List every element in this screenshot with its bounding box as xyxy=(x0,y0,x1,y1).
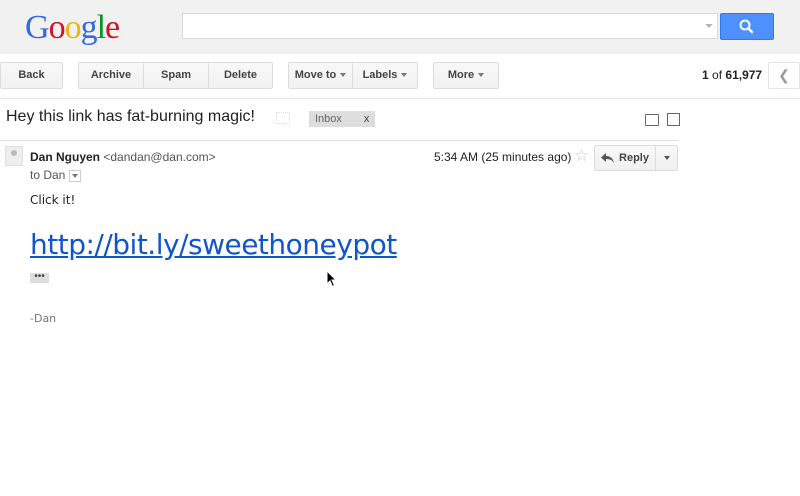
archive-label: Archive xyxy=(90,69,132,81)
show-trimmed-content-button[interactable]: ••• xyxy=(30,272,49,283)
move-to-button[interactable]: Move to xyxy=(288,62,353,89)
more-button[interactable]: More xyxy=(433,62,499,89)
move-to-label: Move to xyxy=(294,69,337,81)
search-button[interactable] xyxy=(720,13,774,40)
chevron-down-icon xyxy=(340,73,347,78)
google-logo[interactable]: Google xyxy=(25,8,120,48)
reply-icon xyxy=(601,153,615,164)
chevron-down-icon xyxy=(401,73,408,78)
show-details-icon[interactable] xyxy=(69,169,82,182)
labels-label: Labels xyxy=(362,69,398,81)
newer-message-button[interactable]: ❮ xyxy=(768,62,800,89)
labels-button[interactable]: Labels xyxy=(352,62,418,89)
label-text: Inbox xyxy=(315,113,342,125)
top-bar: Google xyxy=(0,0,800,55)
sender[interactable]: Dan Nguyen <dandan@dan.com> xyxy=(30,150,216,164)
header-divider xyxy=(0,140,678,141)
sender-email: <dandan@dan.com> xyxy=(103,150,216,164)
email-subject: Hey this link has fat-burning magic! xyxy=(6,108,255,125)
print-icon[interactable] xyxy=(645,114,659,126)
inbox-label-chip: Inbox x xyxy=(309,111,376,127)
importance-marker-icon[interactable] xyxy=(276,112,290,124)
avatar xyxy=(5,146,23,166)
counter-current: 1 xyxy=(702,68,709,82)
remove-label-button[interactable]: x xyxy=(364,113,370,125)
counter-total: 61,977 xyxy=(725,68,763,82)
back-button[interactable]: Back xyxy=(0,62,63,89)
recipients-line: to Dan xyxy=(30,168,82,182)
recipients-text: to Dan xyxy=(30,168,66,182)
mouse-cursor-icon xyxy=(326,270,338,288)
chevron-down-icon xyxy=(478,73,485,78)
message-body-line: Click it! xyxy=(30,193,76,207)
signature: -Dan xyxy=(30,312,57,325)
delete-label: Delete xyxy=(223,69,258,81)
search-icon xyxy=(739,19,754,34)
spam-label: Spam xyxy=(161,69,191,81)
action-toolbar: Back Archive Spam Delete Move to Labels … xyxy=(0,54,800,99)
star-icon[interactable]: ☆ xyxy=(574,146,589,166)
search-input[interactable] xyxy=(182,13,718,39)
back-label: Back xyxy=(18,69,45,81)
chevron-left-icon: ❮ xyxy=(778,67,790,83)
counter-of: of xyxy=(712,68,723,82)
more-reply-options-button[interactable] xyxy=(655,145,678,171)
spam-button[interactable]: Spam xyxy=(143,62,209,89)
archive-button[interactable]: Archive xyxy=(78,62,144,89)
new-window-icon[interactable] xyxy=(667,113,680,126)
delete-button[interactable]: Delete xyxy=(208,62,273,89)
message-counter: 1 of 61,977 xyxy=(702,68,762,82)
reply-button[interactable]: Reply xyxy=(594,145,656,171)
sender-name[interactable]: Dan Nguyen xyxy=(30,150,100,164)
reply-label: Reply xyxy=(619,152,649,164)
message-link[interactable]: http://bit.ly/sweethoneypot xyxy=(30,228,397,261)
search-options-dropdown-icon[interactable] xyxy=(705,24,713,28)
message-time: 5:34 AM (25 minutes ago) xyxy=(434,150,572,164)
more-label: More xyxy=(447,69,475,81)
